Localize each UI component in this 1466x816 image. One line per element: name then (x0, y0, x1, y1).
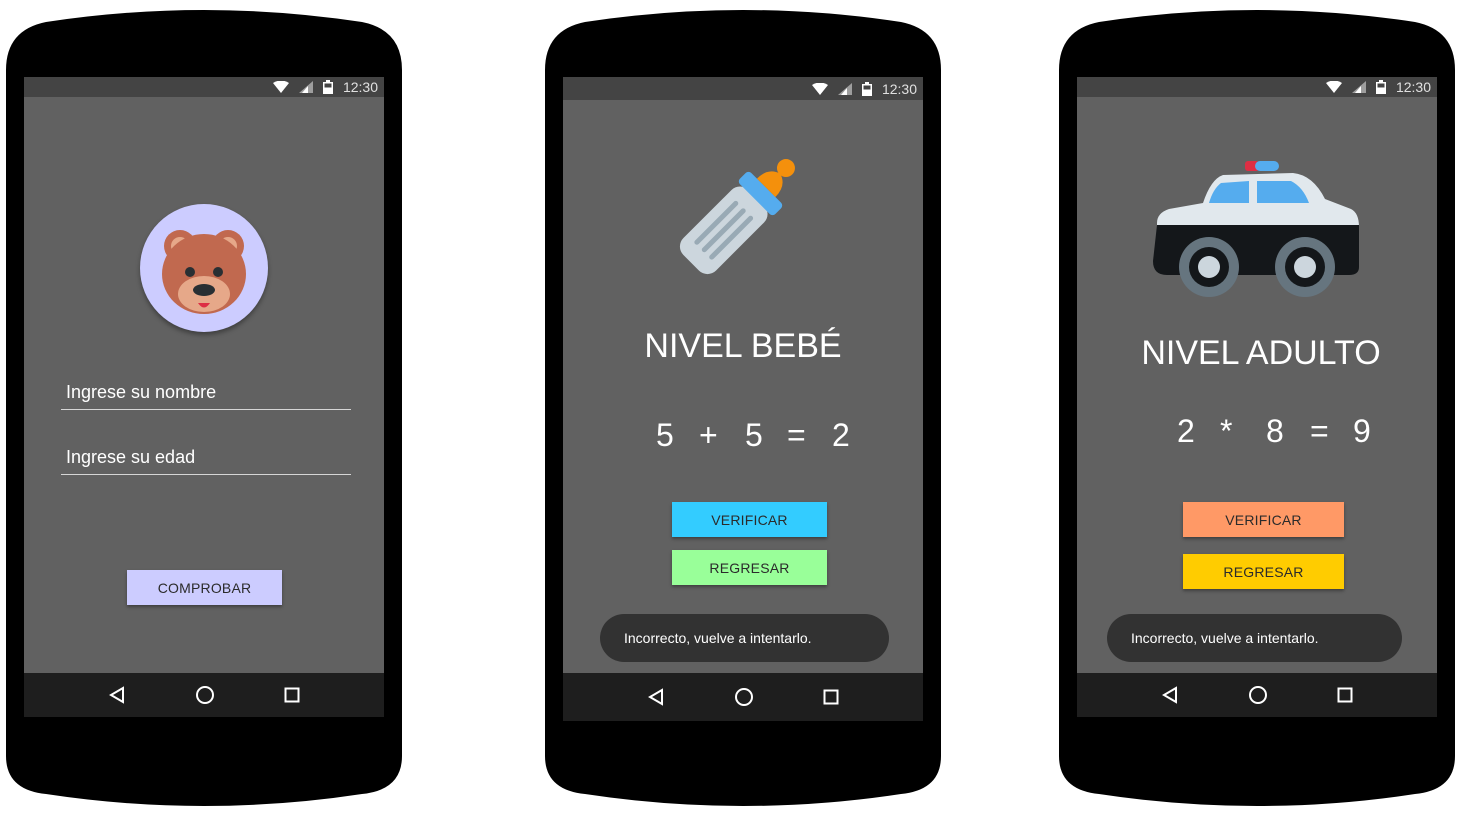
bear-face-icon (162, 230, 246, 314)
operator: * (1220, 413, 1233, 449)
name-input-placeholder: Ingrese su nombre (66, 382, 217, 402)
police-car-icon (1153, 161, 1359, 297)
recents-square-icon[interactable] (823, 689, 839, 705)
battery-icon (322, 80, 333, 94)
operator: + (699, 417, 718, 453)
back-button[interactable]: REGRESAR (1183, 554, 1344, 589)
signal-icon (298, 81, 313, 93)
status-bar: 12:30 (24, 77, 384, 97)
back-triangle-icon[interactable] (1161, 686, 1179, 704)
operand-b: 8 (1266, 413, 1284, 449)
back-button[interactable]: REGRESAR (672, 550, 827, 585)
status-bar: 12:30 (1077, 77, 1437, 97)
check-button[interactable]: COMPROBAR (127, 570, 282, 605)
wifi-icon (272, 81, 289, 93)
status-bar: 12:30 (563, 77, 923, 100)
level-title: NIVEL BEBÉ (644, 327, 842, 365)
wifi-icon (811, 82, 828, 95)
signal-icon (1351, 81, 1366, 93)
avatar (140, 204, 268, 332)
verify-button[interactable]: VERIFICAR (1183, 502, 1344, 537)
operand-a: 5 (656, 417, 674, 453)
screen-adult-level: 12:30 NIVEL ADULTO 2 * 8 = 9 VERIFICAR R… (1077, 77, 1437, 717)
phone-login: 12:30 Ingrese su nombre Ingrese su edad … (6, 10, 402, 806)
recents-square-icon[interactable] (1337, 687, 1353, 703)
name-input[interactable]: Ingrese su nombre (61, 372, 351, 410)
operand-a: 2 (1177, 413, 1195, 449)
toast-message: Incorrecto, vuelve a intentarlo. (600, 614, 889, 662)
equals-sign: = (787, 417, 806, 453)
status-time: 12:30 (1395, 79, 1431, 95)
home-circle-icon[interactable] (195, 685, 215, 705)
equals-sign: = (1310, 413, 1329, 449)
status-time: 12:30 (342, 79, 378, 95)
equation: 5 + 5 = 2 (563, 417, 923, 457)
screen-baby-level: 12:30 NIVEL BEBÉ 5 + 5 = 2 VERIFICAR REG… (563, 77, 923, 721)
equation: 2 * 8 = 9 (1077, 413, 1437, 453)
battery-icon (861, 81, 872, 96)
age-input-placeholder: Ingrese su edad (66, 447, 196, 467)
phone-adult-level: 12:30 NIVEL ADULTO 2 * 8 = 9 VERIFICAR R… (1059, 10, 1455, 806)
baby-bottle-icon (679, 159, 795, 275)
back-triangle-icon[interactable] (647, 688, 665, 706)
verify-button[interactable]: VERIFICAR (672, 502, 827, 537)
home-circle-icon[interactable] (1248, 685, 1268, 705)
answer: 9 (1353, 413, 1371, 449)
recents-square-icon[interactable] (284, 687, 300, 703)
wifi-icon (1325, 81, 1342, 93)
back-triangle-icon[interactable] (108, 686, 126, 704)
status-time: 12:30 (881, 80, 917, 97)
nav-bar (24, 673, 384, 717)
phone-baby-level: 12:30 NIVEL BEBÉ 5 + 5 = 2 VERIFICAR REG… (545, 10, 941, 806)
age-input[interactable]: Ingrese su edad (61, 437, 351, 475)
answer: 2 (832, 417, 850, 453)
toast-message: Incorrecto, vuelve a intentarlo. (1107, 614, 1402, 662)
screen-login: 12:30 Ingrese su nombre Ingrese su edad … (24, 77, 384, 717)
level-title: NIVEL ADULTO (1141, 334, 1381, 372)
operand-b: 5 (745, 417, 763, 453)
battery-icon (1375, 80, 1386, 94)
signal-icon (837, 82, 852, 95)
nav-bar (563, 673, 923, 721)
nav-bar (1077, 673, 1437, 717)
home-circle-icon[interactable] (734, 687, 754, 707)
